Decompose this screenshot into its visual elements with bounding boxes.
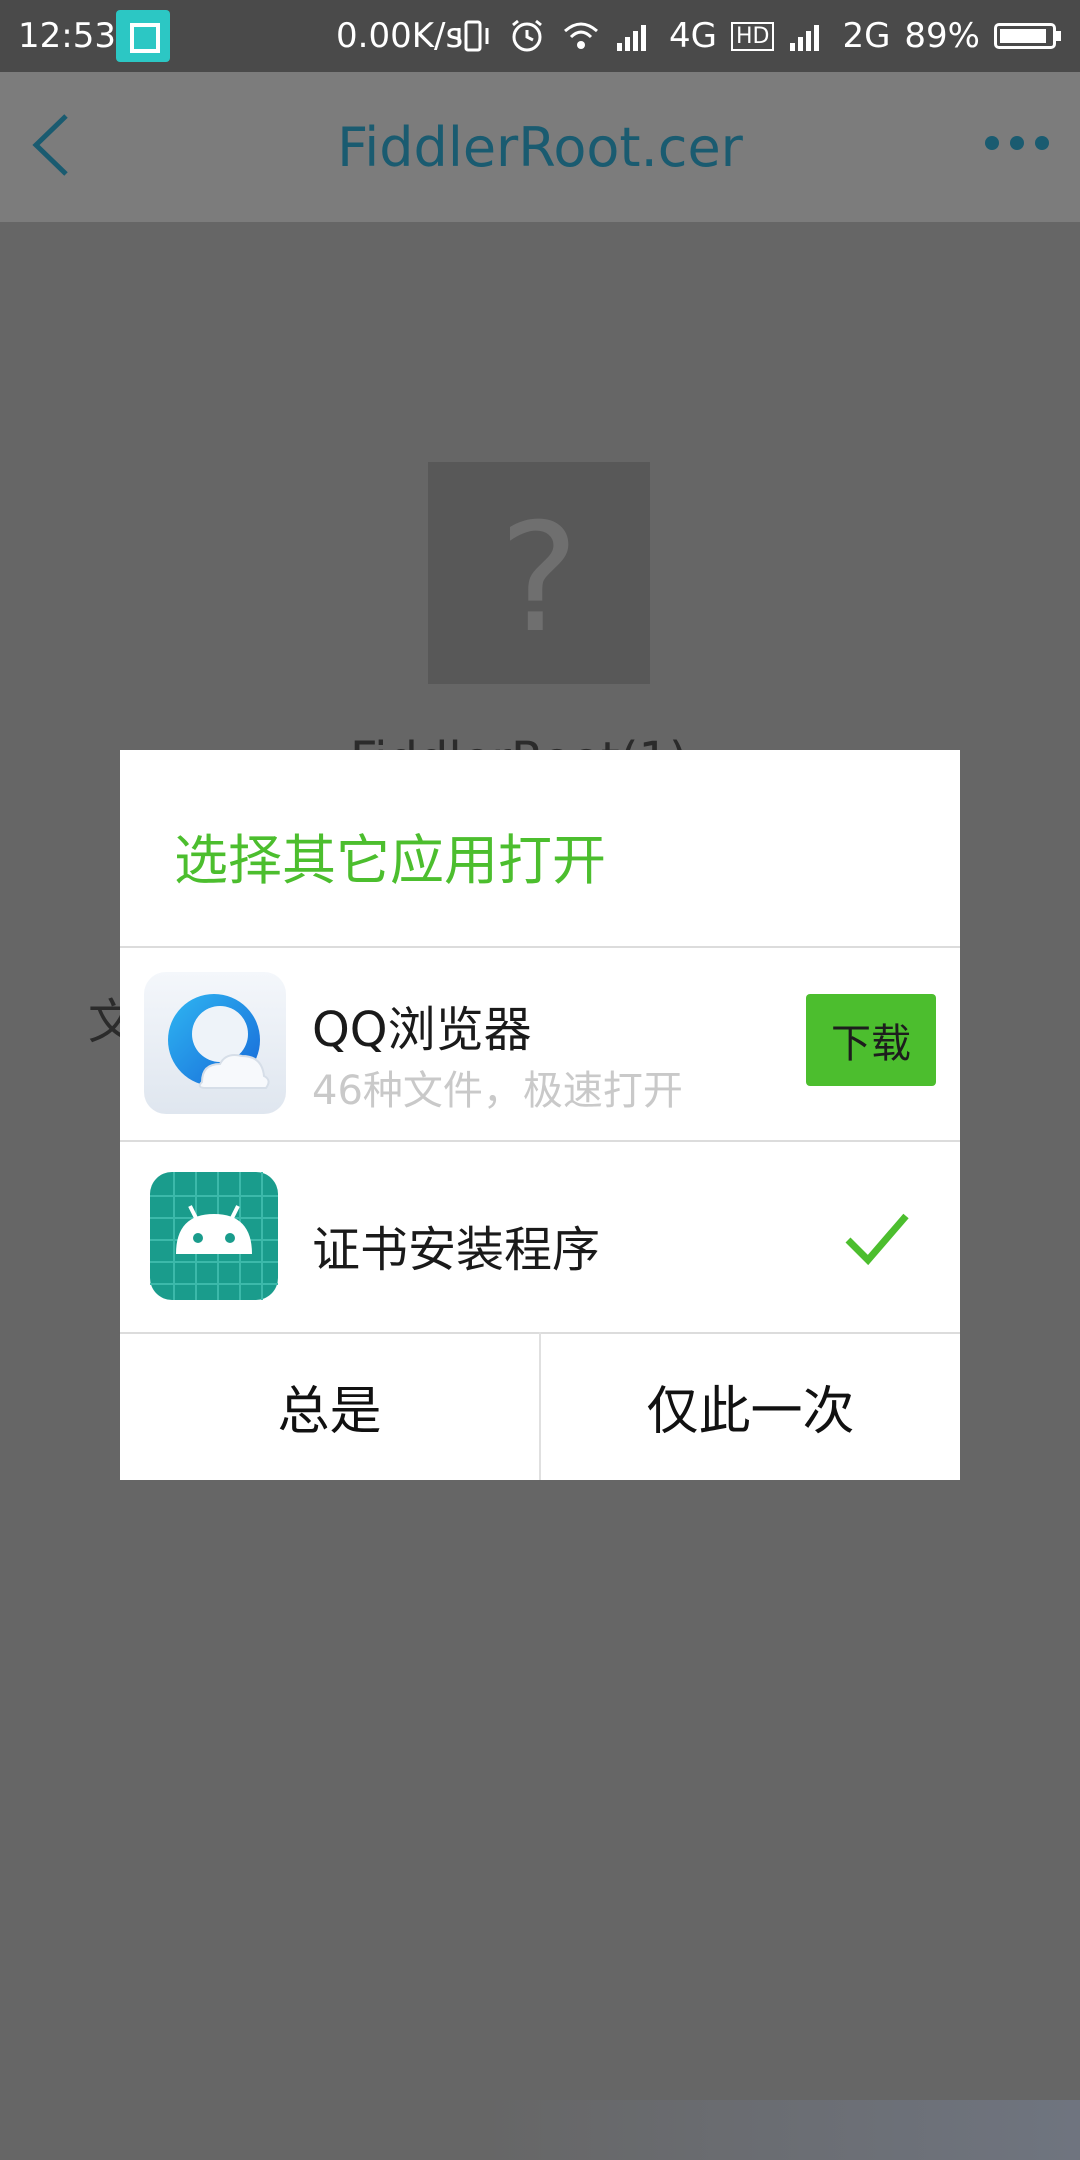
- app-name: QQ浏览器: [312, 1002, 532, 1058]
- open-with-dialog: 选择其它应用打开 QQ浏览器 46种文件，极速打开 下载 证书安装程序 总是 仅…: [120, 750, 960, 1480]
- signal-icon-4g: [616, 25, 646, 51]
- dialog-buttons: 总是 仅此一次: [120, 1332, 960, 1480]
- app-header: FiddlerRoot.cer: [0, 72, 1080, 222]
- hd-icon: HD: [730, 21, 775, 51]
- qq-browser-icon: [144, 972, 286, 1114]
- more-options-icon[interactable]: [982, 128, 1052, 158]
- android-icon: [150, 1172, 278, 1300]
- network-type-2g: 2G: [842, 16, 891, 56]
- battery-icon: [994, 23, 1061, 49]
- app-option-certificate-installer[interactable]: 证书安装程序: [120, 1142, 960, 1332]
- screenshot-icon: [116, 10, 170, 62]
- vibrate-icon: [457, 20, 489, 52]
- network-type-4g: 4G: [668, 16, 717, 56]
- app-description: 46种文件，极速打开: [312, 1068, 683, 1114]
- network-speed: 0.00K/s: [336, 16, 464, 56]
- battery-percent: 89%: [904, 16, 980, 56]
- bottom-glow: [480, 2100, 1080, 2160]
- app-option-qq-browser[interactable]: QQ浏览器 46种文件，极速打开 下载: [120, 948, 960, 1138]
- status-icons: 4G HD 2G 89%: [453, 16, 1061, 56]
- app-name: 证书安装程序: [312, 1222, 601, 1278]
- question-mark-icon: ?: [499, 492, 579, 666]
- status-time: 12:53: [18, 16, 116, 56]
- status-bar: 12:53 0.00K/s 4G HD 2G 89%: [0, 0, 1080, 72]
- download-button[interactable]: 下载: [806, 994, 936, 1086]
- alarm-icon: [512, 19, 542, 52]
- unknown-file-icon: ?: [428, 462, 650, 684]
- always-button[interactable]: 总是: [120, 1332, 539, 1480]
- check-icon: [845, 1213, 909, 1266]
- page-title: FiddlerRoot.cer: [337, 116, 743, 179]
- just-once-button[interactable]: 仅此一次: [541, 1332, 960, 1480]
- wifi-icon: [563, 22, 598, 49]
- signal-icon-2g: [790, 25, 820, 51]
- dialog-title: 选择其它应用打开: [174, 829, 606, 892]
